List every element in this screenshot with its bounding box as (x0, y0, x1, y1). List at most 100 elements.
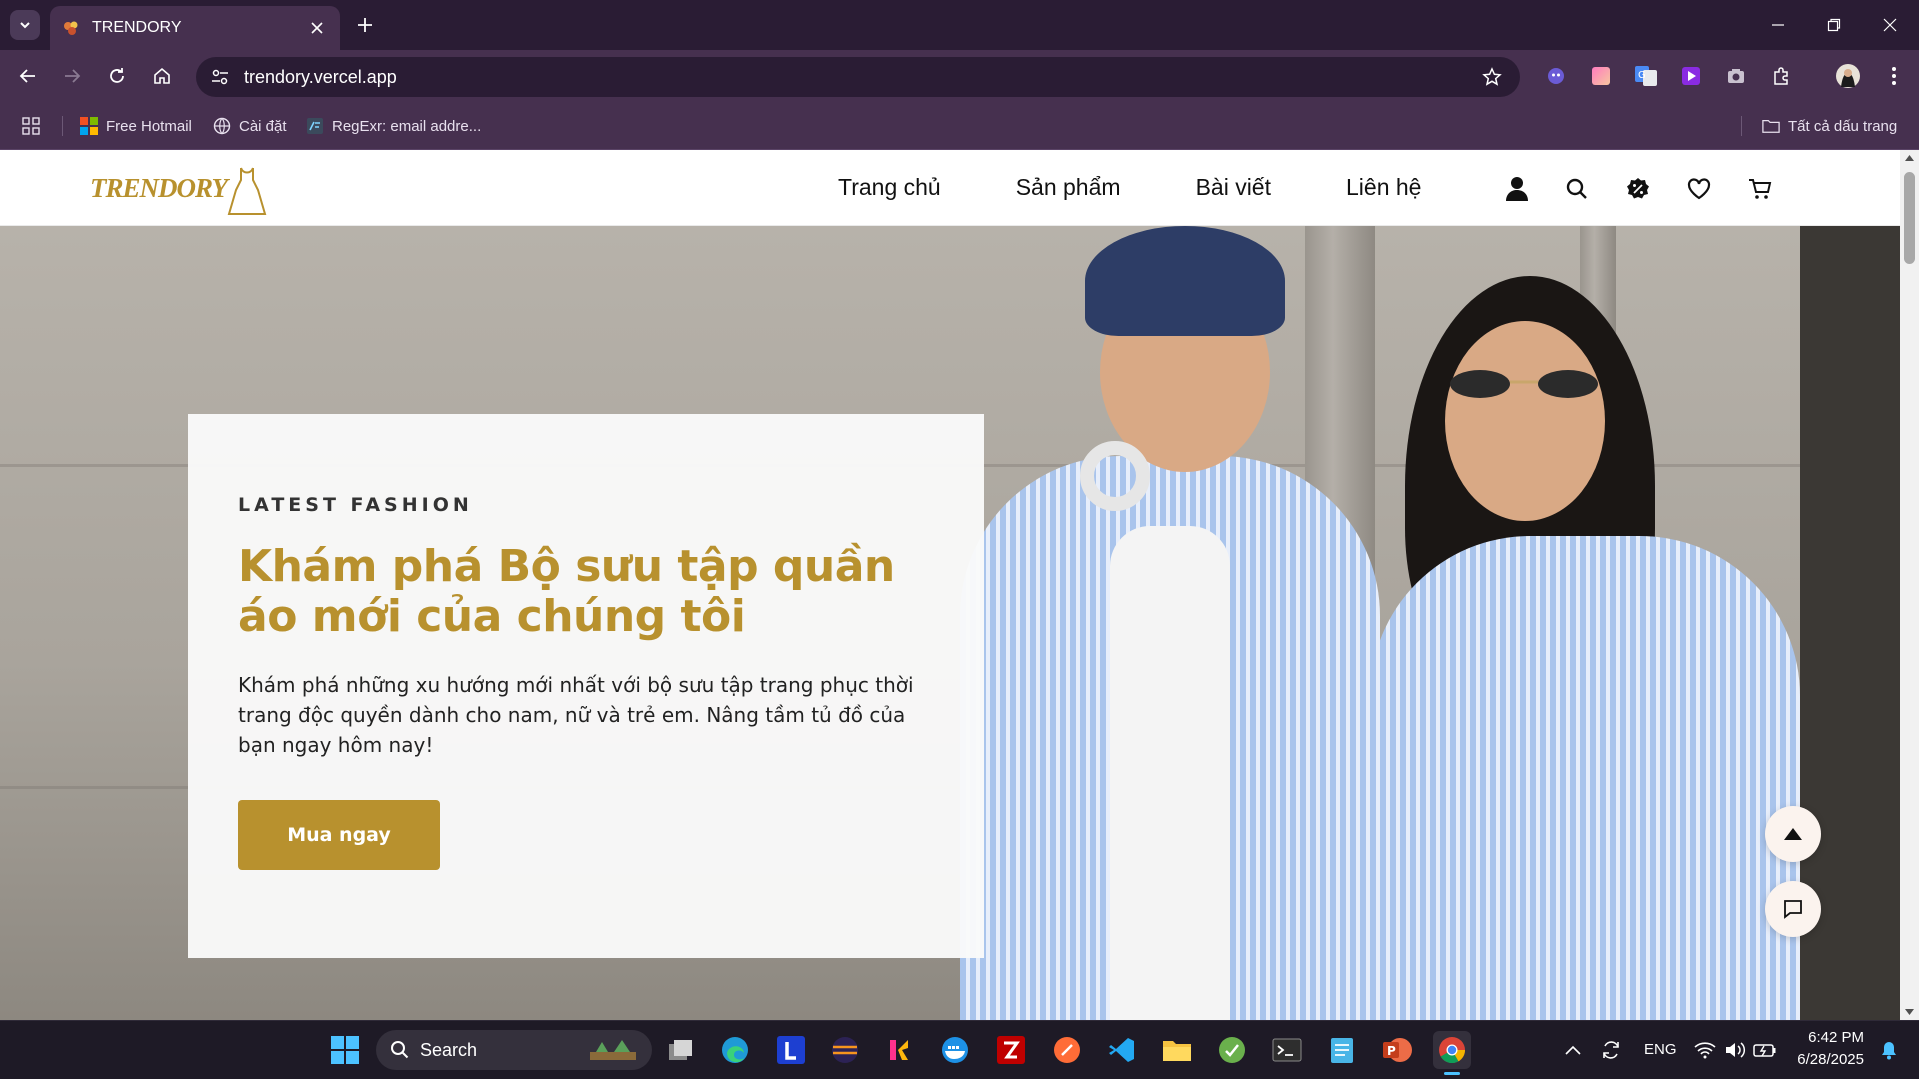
headphones (1080, 441, 1150, 511)
show-hidden-icons-chevron-icon[interactable] (1554, 1031, 1592, 1069)
google-translate-icon[interactable]: G (1632, 62, 1660, 90)
browser-tab-strip: TRENDORY (0, 0, 1919, 50)
tab-close-icon[interactable] (306, 17, 328, 39)
hero-eyebrow: LATEST FASHION (238, 494, 473, 516)
scroll-to-top-button[interactable] (1765, 806, 1821, 862)
back-button[interactable] (12, 60, 44, 92)
browser-tab-active[interactable]: TRENDORY (50, 6, 340, 50)
apps-grid-icon[interactable] (22, 114, 40, 138)
search-icon (391, 1041, 409, 1059)
file-explorer-icon[interactable] (1158, 1031, 1196, 1069)
site-info-icon[interactable] (200, 57, 240, 97)
svg-text:G: G (1638, 70, 1646, 81)
nav-contact[interactable]: Liên hệ (1346, 174, 1421, 201)
home-icon (154, 67, 170, 84)
edge-browser-icon[interactable] (716, 1031, 754, 1069)
all-bookmarks-label: Tất cả dấu trang (1788, 117, 1898, 135)
reload-icon (110, 68, 124, 83)
notepad-icon[interactable] (1323, 1031, 1361, 1069)
heart-wishlist-icon[interactable] (1684, 174, 1714, 204)
docker-icon[interactable] (936, 1031, 974, 1069)
nav-home[interactable]: Trang chủ (838, 174, 941, 201)
hero-title: Khám phá Bộ sưu tập quần áo mới của chún… (238, 541, 895, 642)
nav-blog[interactable]: Bài viết (1196, 174, 1271, 201)
chat-bubble-icon (1784, 900, 1802, 919)
forward-button[interactable] (56, 60, 88, 92)
bookmark-regexr[interactable]: RegExr: email addre... (306, 114, 481, 138)
man-cap (1085, 226, 1285, 336)
scroll-up-arrow-icon[interactable] (1904, 154, 1915, 162)
git-tool-icon[interactable] (1213, 1031, 1251, 1069)
profile-avatar-icon[interactable] (1834, 62, 1862, 90)
site-logo[interactable]: TRENDORY (90, 158, 267, 218)
discount-badge-icon[interactable] (1623, 174, 1653, 204)
input-language-indicator[interactable]: ENG (1644, 1041, 1677, 1058)
plus-icon (358, 18, 372, 32)
extension-gradient-icon[interactable] (1587, 62, 1615, 90)
sync-icon[interactable] (1592, 1031, 1630, 1069)
all-bookmarks-button[interactable]: Tất cả dấu trang (1762, 114, 1897, 138)
reload-button[interactable] (101, 60, 133, 92)
task-view-icon[interactable] (662, 1031, 700, 1069)
regexr-icon (306, 117, 324, 135)
extensions-puzzle-icon[interactable] (1767, 62, 1795, 90)
microsoft-logo-icon (80, 117, 98, 135)
main-navigation: Trang chủ Sản phẩm Bài viết Liên hệ (838, 174, 1496, 201)
tab-search-button[interactable] (10, 10, 40, 40)
bookmark-settings[interactable]: Cài đặt (213, 114, 287, 138)
bookmark-star-icon[interactable] (1472, 57, 1512, 97)
clock-time[interactable]: 6:42 PM (1794, 1029, 1864, 1046)
logo-text: TRENDORY (90, 173, 228, 203)
active-indicator (1444, 1072, 1460, 1075)
scrollbar-thumb[interactable] (1904, 172, 1915, 264)
terminal-icon[interactable] (1268, 1031, 1306, 1069)
web-page-viewport: TRENDORY Trang chủ Sản phẩm Bài viết Liê… (0, 150, 1900, 1020)
l-app-icon[interactable] (772, 1031, 810, 1069)
powerpoint-icon[interactable]: P (1378, 1031, 1416, 1069)
man-undershirt (1110, 526, 1230, 1020)
chevron-down-icon (20, 22, 30, 29)
user-account-icon[interactable] (1502, 174, 1532, 204)
address-bar-url[interactable]: trendory.vercel.app (244, 67, 1472, 88)
tab-title: TRENDORY (92, 19, 182, 36)
bookmarks-divider (62, 116, 63, 136)
minimize-button[interactable] (1756, 8, 1800, 42)
site-header: TRENDORY Trang chủ Sản phẩm Bài viết Liê… (0, 150, 1900, 226)
postman-icon[interactable] (1048, 1031, 1086, 1069)
trendory-favicon-icon (64, 21, 78, 35)
chrome-menu-icon[interactable] (1880, 62, 1908, 90)
close-window-button[interactable] (1868, 8, 1912, 42)
chat-button[interactable] (1765, 881, 1821, 937)
taskbar-search-box[interactable]: Search (376, 1030, 652, 1070)
nav-products[interactable]: Sản phẩm (1016, 174, 1121, 201)
restore-icon (1827, 18, 1841, 32)
new-tab-button[interactable] (352, 12, 378, 38)
shopping-cart-icon[interactable] (1745, 174, 1775, 204)
arrow-right-icon (65, 69, 81, 83)
vscode-icon[interactable] (1103, 1031, 1141, 1069)
extension-ghost-icon[interactable] (1542, 62, 1570, 90)
extension-play-icon[interactable] (1677, 62, 1705, 90)
hero-card: LATEST FASHION Khám phá Bộ sưu tập quần … (188, 414, 984, 958)
address-bar[interactable]: trendory.vercel.app (196, 57, 1520, 97)
filezilla-icon[interactable] (992, 1031, 1030, 1069)
page-scrollbar[interactable] (1900, 150, 1919, 1020)
battery-icon[interactable] (1746, 1031, 1784, 1069)
woman-face (1445, 321, 1605, 521)
camera-icon[interactable] (1722, 62, 1750, 90)
eclipse-icon[interactable] (826, 1031, 864, 1069)
clock-date[interactable]: 6/28/2025 (1794, 1051, 1864, 1068)
windows-start-icon[interactable] (326, 1031, 364, 1069)
search-icon[interactable] (1562, 174, 1592, 204)
chrome-icon[interactable] (1433, 1031, 1471, 1075)
shop-now-button[interactable]: Mua ngay (238, 800, 440, 870)
home-button[interactable] (146, 60, 178, 92)
bookmarks-bar: Free Hotmail Cài đặt RegExr: email addre… (0, 102, 1919, 150)
notification-bell-icon[interactable] (1870, 1031, 1908, 1069)
folder-icon (1762, 117, 1780, 135)
search-highlight-icon (590, 1040, 636, 1060)
bookmark-free-hotmail[interactable]: Free Hotmail (80, 114, 192, 138)
jetbrains-icon[interactable] (881, 1031, 919, 1069)
restore-button[interactable] (1812, 8, 1856, 42)
scroll-down-arrow-icon[interactable] (1904, 1008, 1915, 1016)
